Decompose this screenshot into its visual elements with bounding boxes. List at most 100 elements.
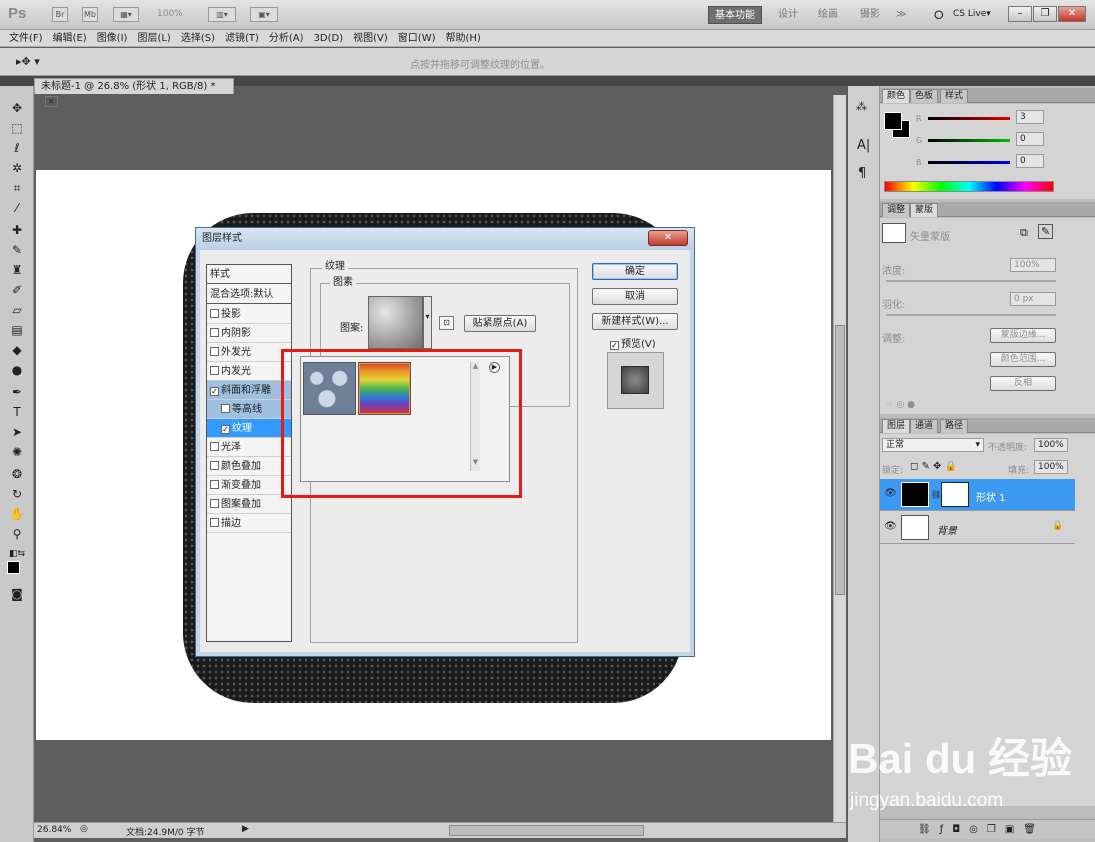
menu-analysis[interactable]: 分析(A) [264, 30, 309, 47]
clone-stamp-icon[interactable]: ♜ [8, 262, 26, 279]
lock-icons[interactable]: ◻ ✎ ✥ 🔒 [910, 461, 957, 472]
checkbox[interactable] [210, 461, 219, 470]
r-value-field[interactable]: 3 [1016, 110, 1044, 124]
eraser-icon[interactable]: ▱ [8, 302, 26, 319]
workspace-photography[interactable]: 摄影 [854, 6, 886, 24]
hand-tool-icon[interactable]: ✋ [8, 506, 26, 523]
color-range-button[interactable]: 颜色范围... [990, 352, 1056, 367]
style-item-color-overlay[interactable]: 颜色叠加 [207, 457, 291, 476]
checkbox[interactable] [221, 404, 230, 413]
b-slider-track[interactable] [928, 161, 1010, 164]
ok-button[interactable]: 确定 [592, 263, 678, 280]
gradient-tool-icon[interactable]: ▤ [8, 322, 26, 339]
horizontal-scroll-thumb[interactable] [449, 825, 644, 836]
cancel-button[interactable]: 取消 [592, 288, 678, 305]
checkbox-checked[interactable]: ✓ [221, 425, 230, 434]
style-item-inner-glow[interactable]: 内发光 [207, 362, 291, 381]
style-item-inner-shadow[interactable]: 内阴影 [207, 324, 291, 343]
zoom-tool-icon[interactable]: ⚲ [8, 526, 26, 543]
visibility-eye-icon[interactable]: 👁 [884, 488, 897, 499]
menu-help[interactable]: 帮助(H) [441, 30, 486, 47]
pen-tool-icon[interactable]: ✒ [8, 384, 26, 401]
density-field[interactable]: 100% [1010, 258, 1056, 272]
move-tool-icon[interactable]: ✥ [8, 100, 26, 117]
crop-tool-icon[interactable]: ⌗ [8, 180, 26, 197]
g-value-field[interactable]: 0 [1016, 132, 1044, 146]
preview-checkbox[interactable]: ✓ 预览(V) [610, 335, 656, 350]
close-button[interactable]: ✕ [1058, 6, 1086, 22]
checkbox[interactable] [210, 328, 219, 337]
3d-rotate-icon[interactable]: ❂ [8, 466, 26, 483]
minibridge-icon[interactable]: Mb [82, 7, 98, 22]
foreground-color-swatch[interactable] [7, 561, 20, 574]
menu-3d[interactable]: 3D(D) [309, 30, 349, 47]
menu-layer[interactable]: 图层(L) [132, 30, 175, 47]
vertical-scroll-thumb[interactable] [835, 325, 845, 595]
bridge-icon[interactable]: Br [52, 7, 68, 22]
workspace-painting[interactable]: 绘画 [812, 6, 844, 24]
vertical-scrollbar[interactable] [833, 95, 846, 822]
style-item-drop-shadow[interactable]: 投影 [207, 305, 291, 324]
layer-row-shape[interactable]: 👁 ⛓ 形状 1 [880, 479, 1075, 511]
feather-field[interactable]: 0 px [1010, 292, 1056, 306]
menu-file[interactable]: 文件(F) [4, 30, 48, 47]
styles-header[interactable]: 样式 [207, 265, 291, 284]
layers-footer-icons[interactable]: ⛓ƒ◘◎❐▣🗑 [880, 819, 1095, 839]
blending-options-item[interactable]: 混合选项:默认 [207, 285, 291, 304]
layer-row-background[interactable]: 👁 背景 🔒 [880, 512, 1075, 544]
style-item-satin[interactable]: 光泽 [207, 438, 291, 457]
style-item-contour[interactable]: 等高线 [207, 400, 291, 419]
tab-adjustments[interactable]: 调整 [882, 203, 911, 217]
more-workspaces-button[interactable]: ≫ [890, 6, 912, 24]
view-extras-icon[interactable]: ▦▾ [113, 7, 139, 22]
style-item-bevel-emboss[interactable]: ✓ 斜面和浮雕 [207, 381, 291, 400]
density-slider[interactable] [886, 280, 1056, 282]
zoom-level[interactable]: 100% [157, 9, 183, 19]
3d-orbit-icon[interactable]: ↻ [8, 486, 26, 503]
snap-to-origin-button[interactable]: 贴紧原点(A) [464, 315, 536, 332]
color-spectrum-bar[interactable] [884, 181, 1054, 192]
lasso-tool-icon[interactable]: ℓ [8, 140, 26, 157]
menu-window[interactable]: 窗口(W) [393, 30, 441, 47]
menu-edit[interactable]: 编辑(E) [48, 30, 92, 47]
style-item-texture[interactable]: ✓ 纹理 [207, 419, 291, 438]
paragraph-icon[interactable]: ¶ [858, 166, 866, 181]
vector-mask-icon[interactable]: ✎ [1038, 224, 1054, 239]
menu-image[interactable]: 图像(I) [92, 30, 133, 47]
style-item-outer-glow[interactable]: 外发光 [207, 343, 291, 362]
checkbox[interactable] [210, 499, 219, 508]
new-preset-icon[interactable]: ⊡ [439, 316, 454, 330]
fill-field[interactable]: 100% [1034, 460, 1068, 474]
tab-styles[interactable]: 样式 [940, 89, 969, 103]
layer-name[interactable]: 背景 [937, 522, 957, 537]
style-item-pattern-overlay[interactable]: 图案叠加 [207, 495, 291, 514]
workspace-design[interactable]: 设计 [772, 6, 804, 24]
vector-mask-thumbnail[interactable] [882, 223, 906, 243]
restore-button[interactable]: ❐ [1033, 6, 1057, 22]
character-panel-icon[interactable]: ⁂ [856, 100, 867, 113]
dodge-tool-icon[interactable]: ● [8, 362, 26, 379]
tab-paths[interactable]: 路径 [940, 419, 969, 433]
quick-mask-icon[interactable]: ◙ [8, 586, 26, 603]
checkbox[interactable] [210, 518, 219, 527]
layer-name[interactable]: 形状 1 [976, 489, 1006, 504]
pixel-mask-icon[interactable]: ⧉ [1020, 226, 1028, 240]
checkbox[interactable] [210, 309, 219, 318]
healing-brush-icon[interactable]: ✚ [8, 222, 26, 239]
style-item-gradient-overlay[interactable]: 渐变叠加 [207, 476, 291, 495]
type-tool-icon[interactable]: T [8, 404, 26, 421]
pattern-swatch[interactable] [368, 296, 423, 349]
new-style-button[interactable]: 新建样式(W)... [592, 313, 678, 330]
checkbox-checked[interactable]: ✓ [210, 387, 219, 396]
screen-mode-icon[interactable]: ▣▾ [250, 7, 278, 22]
r-slider-track[interactable] [928, 117, 1010, 120]
checkbox[interactable] [210, 366, 219, 375]
status-menu-arrow-icon[interactable]: ▶ [242, 824, 249, 834]
mask-footer-icons[interactable]: ⁘ ◎ ● [886, 400, 915, 410]
color-foreground-swatch[interactable] [884, 112, 902, 130]
tab-masks[interactable]: 蒙版 [910, 203, 939, 217]
minimize-button[interactable]: – [1008, 6, 1032, 22]
tab-swatches[interactable]: 色板 [910, 89, 939, 103]
checkbox[interactable] [210, 347, 219, 356]
magic-wand-icon[interactable]: ✲ [8, 160, 26, 177]
